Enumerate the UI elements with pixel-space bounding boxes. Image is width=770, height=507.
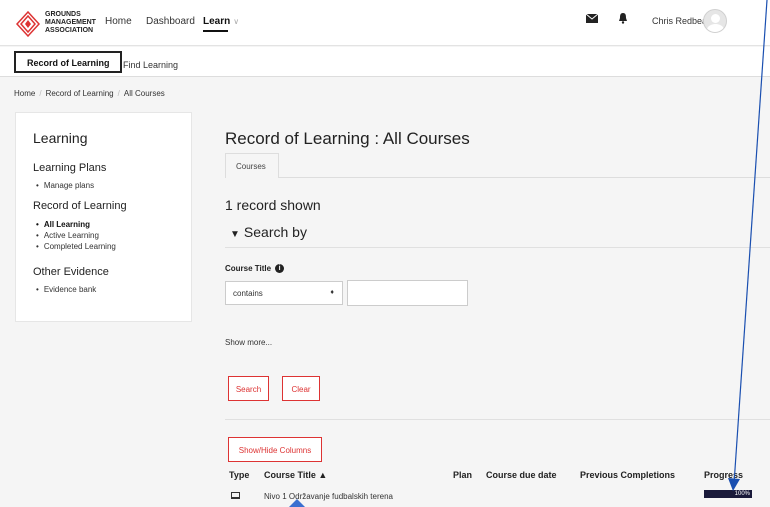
column-header-plan[interactable]: Plan (453, 470, 472, 480)
column-header-previous-completions[interactable]: Previous Completions (580, 470, 675, 480)
progress-bar: 100% (704, 490, 752, 498)
divider (225, 247, 770, 248)
nav-home[interactable]: Home (105, 16, 132, 27)
sidebar-item-evidence-bank[interactable]: Evidence bank (36, 285, 96, 294)
course-title-link[interactable]: Nivo 1 Održavanje fudbalskih terena (264, 492, 393, 501)
grounds-logo-icon[interactable] (16, 11, 40, 37)
clear-button[interactable]: Clear (282, 376, 320, 401)
show-hide-columns-button[interactable]: Show/Hide Columns (228, 437, 322, 462)
sidebar-item-active-learning[interactable]: Active Learning (36, 231, 99, 240)
tab-divider (279, 177, 770, 178)
sidebar-heading-learning-plans: Learning Plans (33, 162, 107, 174)
bell-icon[interactable] (618, 13, 628, 24)
course-icon (231, 492, 240, 499)
avatar[interactable] (703, 9, 727, 33)
sidebar-heading-other-evidence: Other Evidence (33, 266, 109, 278)
tab-courses[interactable]: Courses (225, 153, 279, 178)
info-icon[interactable]: i (275, 264, 285, 274)
column-header-course-title[interactable]: Course Title ▲ (264, 470, 327, 480)
progress-label: 100% (734, 491, 750, 497)
search-button[interactable]: Search (228, 376, 269, 401)
course-title-input[interactable] (347, 280, 468, 306)
operator-select-value: contains (233, 289, 263, 298)
course-title-label: Course Title i (225, 264, 285, 274)
nav-dashboard[interactable]: Dashboard (146, 16, 195, 27)
learning-subnav: Record of Learning Find Learning (0, 47, 770, 77)
show-more-link[interactable]: Show more... (225, 338, 272, 347)
course-title-label-text: Course Title (225, 264, 272, 273)
sort-arrows-icon: ♦ (330, 289, 334, 296)
record-count: 1 record shown (225, 197, 321, 213)
breadcrumb-record-of-learning[interactable]: Record of Learning (46, 89, 114, 98)
column-header-progress[interactable]: Progress (704, 470, 743, 480)
learning-sidebar: Learning Learning Plans Manage plans Rec… (15, 112, 192, 322)
column-header-course-due-date[interactable]: Course due date (486, 470, 557, 480)
user-menu-name[interactable]: Chris Redbear (652, 16, 710, 26)
sidebar-item-completed-learning[interactable]: Completed Learning (36, 242, 116, 251)
tab-find-learning[interactable]: Find Learning (123, 60, 178, 70)
search-by-label: Search by (243, 224, 307, 240)
page-title: Record of Learning : All Courses (225, 129, 470, 148)
column-header-type[interactable]: Type (229, 470, 249, 480)
sidebar-item-all-learning[interactable]: All Learning (36, 220, 90, 229)
breadcrumb-home[interactable]: Home (14, 89, 35, 98)
operator-select[interactable]: contains ♦ (225, 281, 343, 305)
caret-down-icon: ▼ (230, 229, 240, 240)
tab-record-of-learning[interactable]: Record of Learning (14, 51, 122, 73)
nav-learn[interactable]: Learn ∨ (203, 16, 240, 32)
top-navbar: GROUNDS MANAGEMENT ASSOCIATION Home Dash… (0, 0, 770, 46)
brand-name: GROUNDS MANAGEMENT ASSOCIATION (45, 11, 96, 34)
sidebar-title: Learning (33, 130, 88, 146)
search-by-toggle[interactable]: ▼ Search by (230, 224, 307, 240)
breadcrumb-all-courses[interactable]: All Courses (124, 89, 165, 98)
sidebar-item-manage-plans[interactable]: Manage plans (36, 181, 94, 190)
sidebar-heading-record-of-learning: Record of Learning (33, 200, 127, 212)
divider (225, 419, 770, 420)
envelope-icon[interactable] (586, 14, 598, 23)
breadcrumb: Home / Record of Learning / All Courses (14, 89, 165, 98)
chevron-down-icon: ∨ (233, 17, 240, 26)
nav-learn-label: Learn (203, 16, 231, 27)
